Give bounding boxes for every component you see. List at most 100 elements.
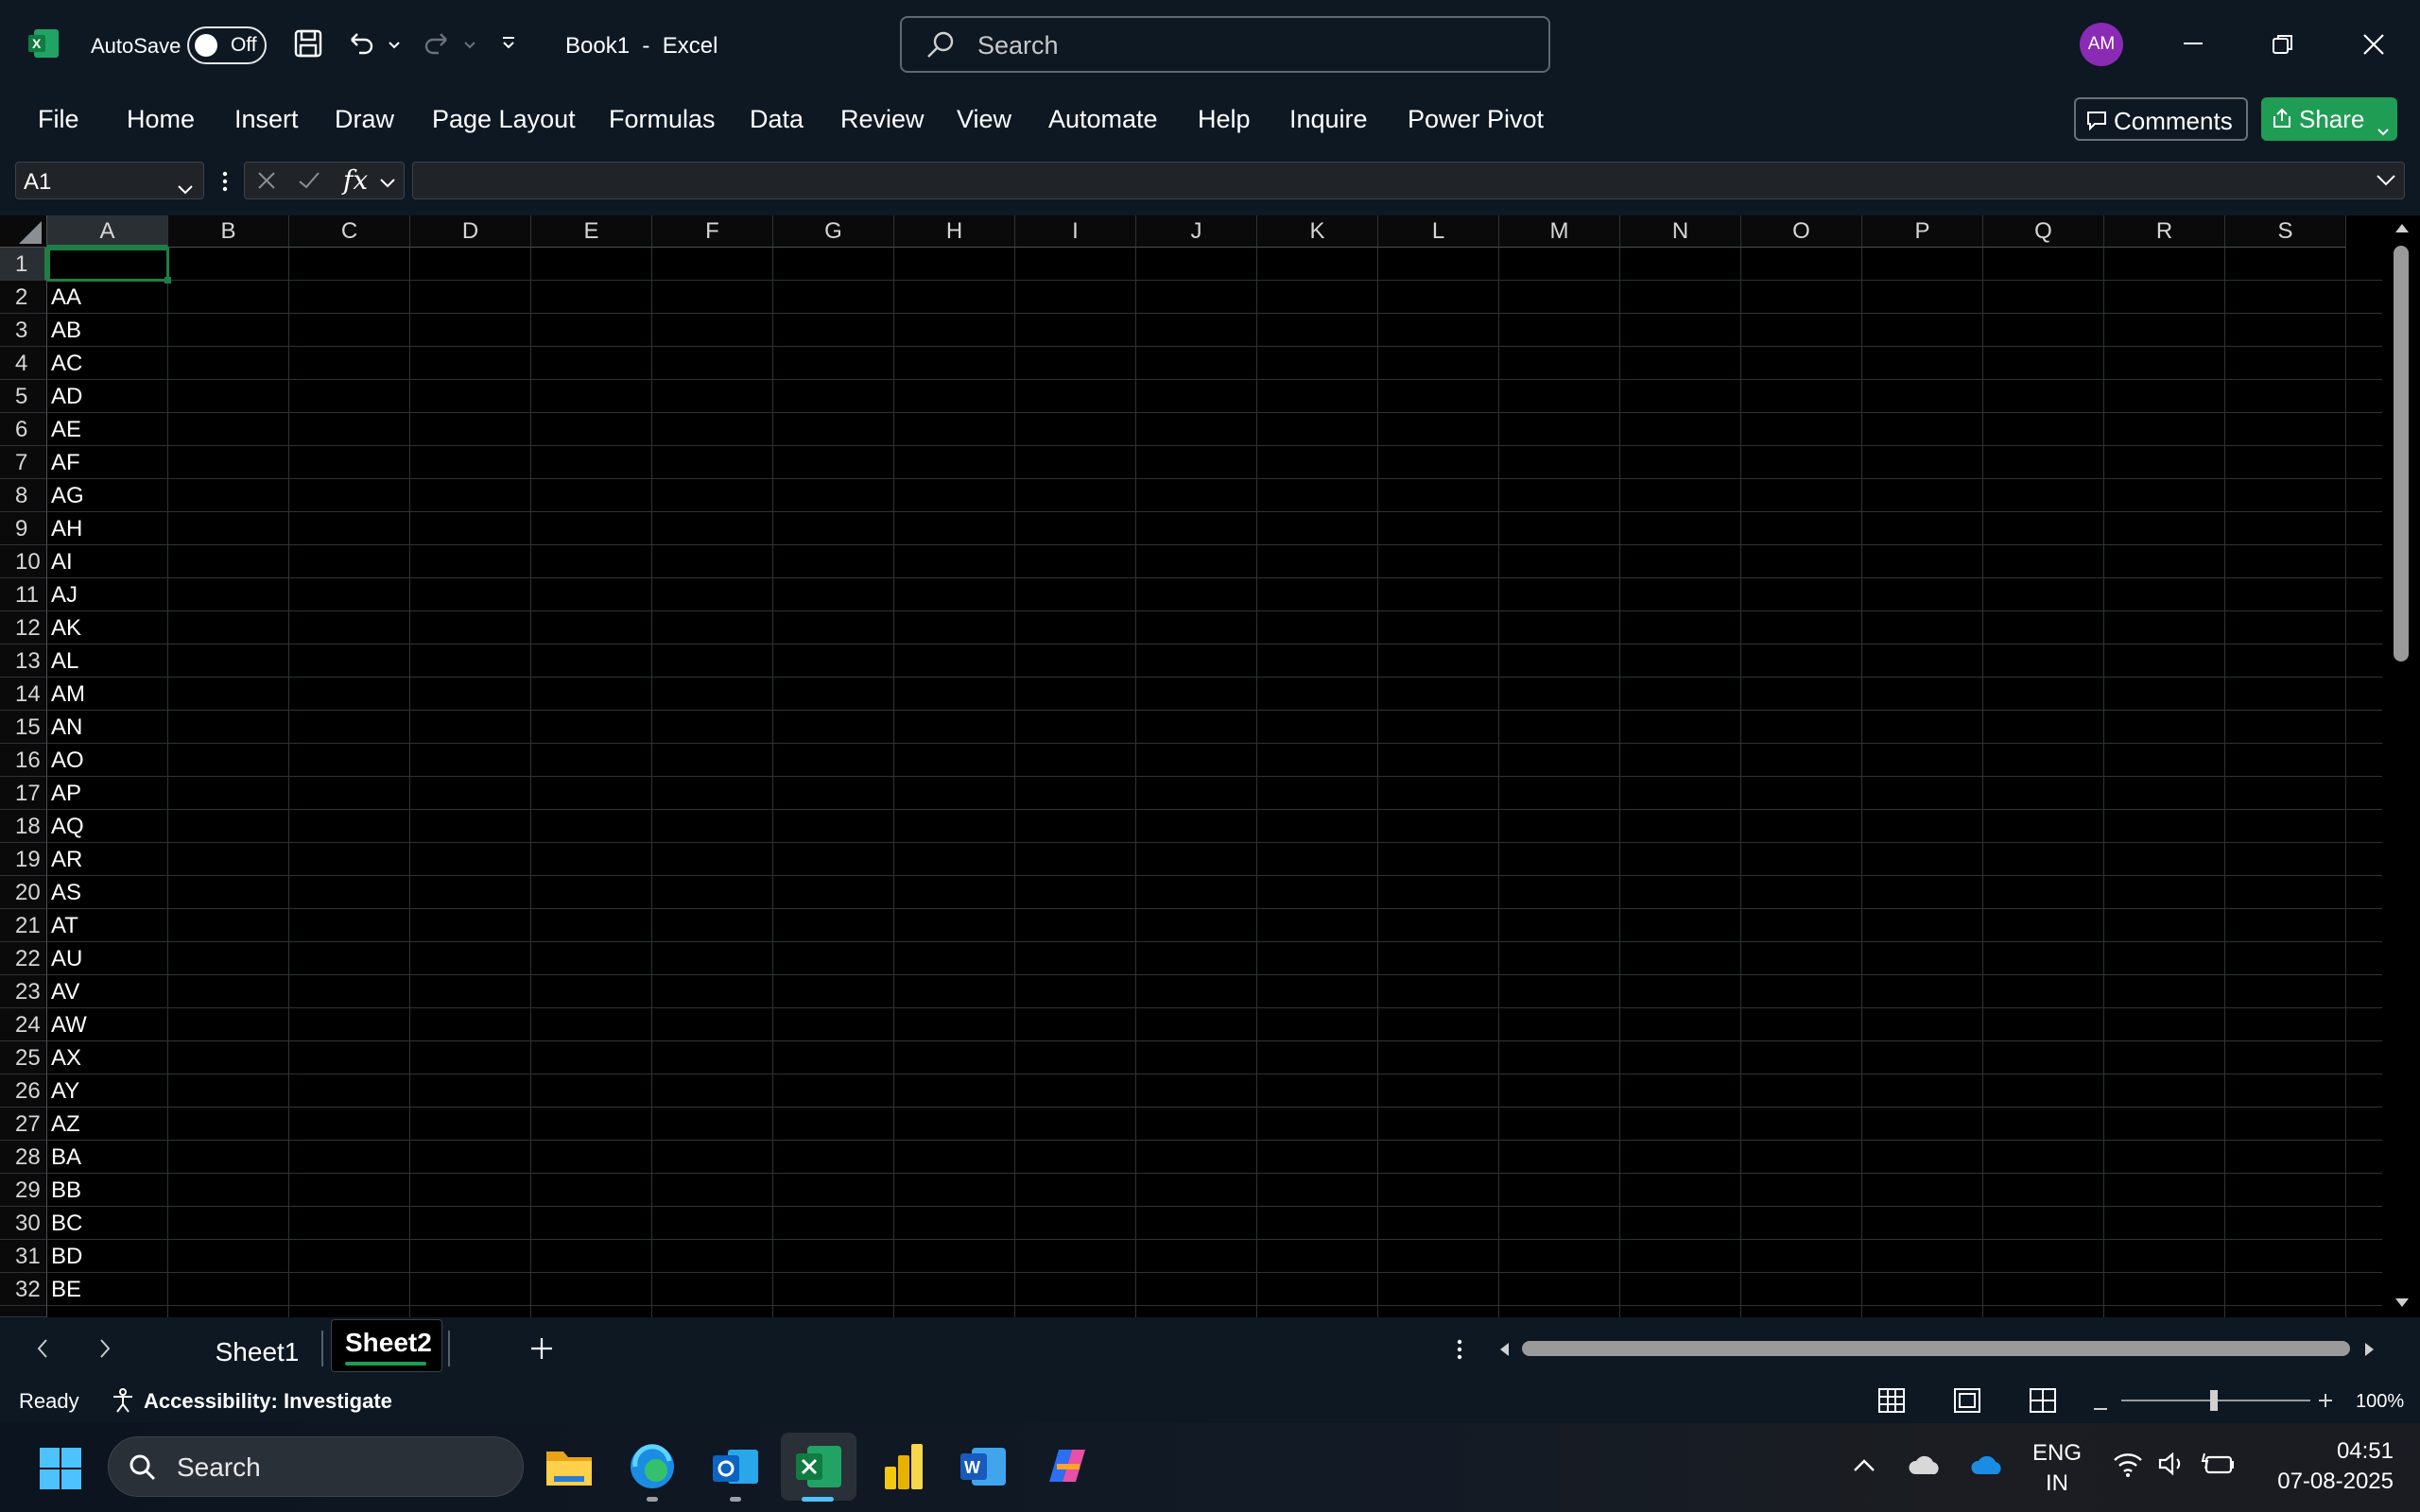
tab-formulas[interactable]: Formulas	[609, 105, 716, 134]
cell-a9[interactable]: AH	[47, 512, 168, 545]
onedrive-personal-cloud-icon[interactable]	[1908, 1453, 1942, 1481]
vertical-scroll-thumb[interactable]	[2394, 246, 2409, 662]
cell-a24[interactable]: AW	[47, 1008, 168, 1041]
cell-a3[interactable]: AB	[47, 314, 168, 347]
row-header-12[interactable]: 12	[0, 611, 47, 644]
autosave-toggle[interactable]: Off	[187, 26, 267, 64]
cell-a28[interactable]: BA	[47, 1141, 168, 1174]
scroll-down-arrow-icon[interactable]	[2394, 1297, 2411, 1314]
sheet-options-icon[interactable]	[1456, 1338, 1463, 1366]
column-header-o[interactable]: O	[1741, 215, 1862, 248]
cell-a18[interactable]: AQ	[47, 810, 168, 843]
undo-icon[interactable]	[346, 28, 376, 63]
minimize-icon[interactable]	[2180, 34, 2206, 58]
zoom-out-icon[interactable]	[2093, 1399, 2108, 1416]
row-header-6[interactable]: 6	[0, 413, 47, 446]
formula-input[interactable]	[412, 162, 2405, 199]
scroll-right-arrow-icon[interactable]	[2363, 1341, 2377, 1363]
word-icon[interactable]: W	[959, 1442, 1008, 1496]
cell-a13[interactable]: AL	[47, 644, 168, 678]
row-header-13[interactable]: 13	[0, 644, 47, 678]
tab-file[interactable]: File	[38, 105, 79, 134]
horizontal-scrollbar[interactable]	[1494, 1334, 2382, 1363]
row-header-4[interactable]: 4	[0, 347, 47, 380]
cell-a29[interactable]: BB	[47, 1174, 168, 1207]
cell-a19[interactable]: AR	[47, 843, 168, 876]
add-sheet-icon[interactable]	[529, 1336, 554, 1366]
column-header-l[interactable]: L	[1378, 215, 1499, 248]
column-header-e[interactable]: E	[531, 215, 652, 248]
restore-icon[interactable]	[2271, 32, 2295, 61]
cell-a20[interactable]: AS	[47, 876, 168, 909]
cell-a8[interactable]: AG	[47, 479, 168, 512]
row-header-15[interactable]: 15	[0, 711, 47, 744]
accessibility-icon[interactable]	[110, 1387, 136, 1418]
tab-data[interactable]: Data	[750, 105, 804, 134]
save-icon[interactable]	[293, 28, 323, 63]
cell-a25[interactable]: AX	[47, 1041, 168, 1074]
expand-formula-bar-chevron-icon[interactable]	[2376, 174, 2396, 192]
column-header-f[interactable]: F	[652, 215, 773, 248]
onedrive-business-cloud-icon[interactable]	[1970, 1453, 2004, 1481]
row-header-9[interactable]: 9	[0, 512, 47, 545]
row-header-11[interactable]: 11	[0, 578, 47, 611]
cell-a12[interactable]: AK	[47, 611, 168, 644]
page-layout-view-icon[interactable]	[1953, 1387, 1981, 1418]
name-box[interactable]: A1	[15, 162, 204, 199]
cell-a2[interactable]: AA	[47, 281, 168, 314]
cell-a4[interactable]: AC	[47, 347, 168, 380]
row-header-18[interactable]: 18	[0, 810, 47, 843]
insert-function-icon[interactable]: fx	[343, 164, 368, 196]
row-header-17[interactable]: 17	[0, 777, 47, 810]
row-header-20[interactable]: 20	[0, 876, 47, 909]
outlook-icon[interactable]	[711, 1442, 760, 1496]
comments-button[interactable]: Comments	[2074, 97, 2248, 141]
cell-a21[interactable]: AT	[47, 909, 168, 942]
tab-review[interactable]: Review	[840, 105, 925, 134]
more-options-icon[interactable]	[221, 170, 229, 198]
wifi-icon[interactable]	[2112, 1450, 2144, 1483]
row-header-19[interactable]: 19	[0, 843, 47, 876]
accessibility-status[interactable]: Accessibility: Investigate	[144, 1389, 392, 1414]
row-header-31[interactable]: 31	[0, 1240, 47, 1273]
column-header-n[interactable]: N	[1620, 215, 1741, 248]
normal-view-icon[interactable]	[1877, 1387, 1906, 1418]
row-header-25[interactable]: 25	[0, 1041, 47, 1074]
battery-charging-icon[interactable]	[2201, 1450, 2235, 1483]
cell-a15[interactable]: AN	[47, 711, 168, 744]
selected-cell-outline[interactable]	[47, 248, 171, 284]
excel-logo-icon[interactable]: X	[26, 26, 60, 60]
column-header-h[interactable]: H	[894, 215, 1015, 248]
row-header-23[interactable]: 23	[0, 975, 47, 1008]
vertical-scrollbar[interactable]	[2382, 215, 2420, 1317]
avatar[interactable]: AM	[2080, 23, 2123, 66]
file-explorer-icon[interactable]	[544, 1444, 594, 1494]
windows-start-icon[interactable]	[38, 1446, 83, 1496]
row-header-32[interactable]: 32	[0, 1273, 47, 1306]
row-header-24[interactable]: 24	[0, 1008, 47, 1041]
row-header-1[interactable]: 1	[0, 248, 47, 281]
column-header-i[interactable]: I	[1015, 215, 1136, 248]
column-header-s[interactable]: S	[2225, 215, 2346, 248]
column-header-p[interactable]: P	[1862, 215, 1983, 248]
tab-power-pivot[interactable]: Power Pivot	[1408, 105, 1544, 134]
tab-home[interactable]: Home	[127, 105, 195, 134]
name-box-chevron-down-icon[interactable]	[177, 176, 194, 202]
column-header-g[interactable]: G	[773, 215, 894, 248]
cell-a23[interactable]: AV	[47, 975, 168, 1008]
tab-help[interactable]: Help	[1198, 105, 1251, 134]
tab-view[interactable]: View	[957, 105, 1011, 134]
cell-a30[interactable]: BC	[47, 1207, 168, 1240]
column-header-c[interactable]: C	[289, 215, 410, 248]
edge-browser-icon[interactable]	[628, 1442, 677, 1496]
row-header-3[interactable]: 3	[0, 314, 47, 347]
row-header-16[interactable]: 16	[0, 744, 47, 777]
tab-insert[interactable]: Insert	[234, 105, 299, 134]
row-header-21[interactable]: 21	[0, 909, 47, 942]
row-header-26[interactable]: 26	[0, 1074, 47, 1108]
column-header-d[interactable]: D	[410, 215, 531, 248]
select-all-corner[interactable]	[0, 215, 47, 248]
language-indicator[interactable]: ENG IN	[2027, 1440, 2087, 1497]
row-header-2[interactable]: 2	[0, 281, 47, 314]
sheet-tab-sheet2[interactable]: Sheet2	[331, 1319, 442, 1372]
